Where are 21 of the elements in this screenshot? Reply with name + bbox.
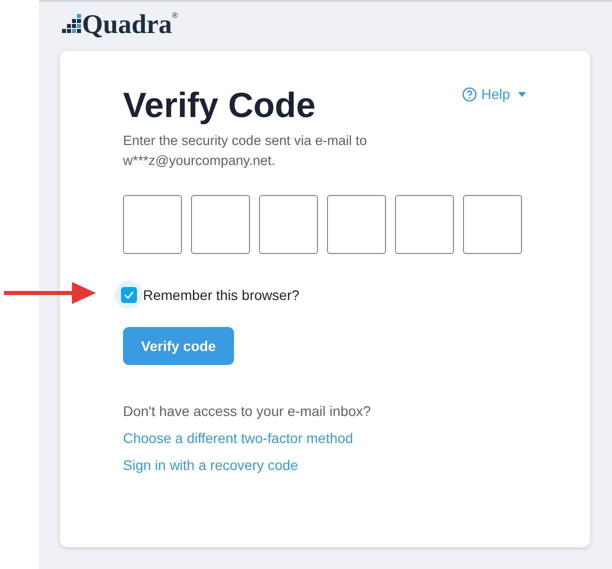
logo-wordmark: Quadra (82, 11, 172, 38)
page-title: Verify Code (123, 88, 316, 123)
checkmark-icon (124, 291, 134, 299)
help-icon (462, 87, 478, 102)
alternative-link[interactable]: Choose a different two-factor method (123, 428, 354, 449)
logo-icon (62, 14, 82, 34)
help-button[interactable]: Help (462, 84, 526, 105)
checkbox[interactable] (115, 281, 143, 309)
code-digit-field[interactable] (191, 195, 250, 254)
registered-mark: ® (172, 10, 178, 22)
code-digit-field[interactable] (123, 195, 182, 254)
remember-label: Remember this browser? (143, 286, 300, 304)
code-digit-field[interactable] (259, 195, 318, 254)
code-digit-field[interactable] (327, 195, 386, 254)
alternative-link[interactable]: Sign in with a recovery code (123, 455, 298, 476)
code-digit-field[interactable] (463, 195, 522, 254)
caret-icon (518, 92, 526, 97)
code-digit-field[interactable] (395, 195, 454, 254)
instructions-text: Enter the security code sent via e-mail to w***z@yourcompany.net. (123, 132, 368, 170)
alternatives-prompt: Don't have access to your e-mail inbox? (123, 402, 372, 421)
verify-code-button[interactable]: Verify code (123, 327, 234, 365)
